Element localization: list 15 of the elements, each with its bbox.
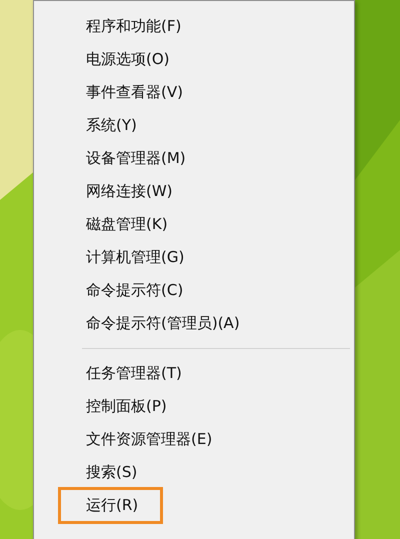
menu-item[interactable]: 设备管理器(M): [58, 142, 211, 175]
menu-item[interactable]: 系统(Y): [58, 109, 162, 142]
menu-item[interactable]: 控制面板(P): [58, 390, 192, 423]
menu-item[interactable]: 文件资源管理器(E): [58, 423, 238, 456]
menu-item[interactable]: 磁盘管理(K): [58, 208, 193, 241]
menu-item[interactable]: 计算机管理(G): [58, 241, 210, 274]
menu-item[interactable]: 任务管理器(T): [58, 357, 207, 390]
menu-item[interactable]: 搜索(S): [58, 456, 162, 489]
menu-item[interactable]: 电源选项(O): [58, 43, 195, 76]
menu-item[interactable]: 事件查看器(V): [58, 76, 208, 109]
menu-item[interactable]: 程序和功能(F): [58, 10, 206, 43]
menu-item[interactable]: 命令提示符(管理员)(A): [58, 307, 265, 340]
menu-item[interactable]: 命令提示符(C): [58, 274, 208, 307]
menu-item[interactable]: 运行(R): [58, 487, 164, 524]
menu-item[interactable]: 网络连接(W): [58, 175, 198, 208]
